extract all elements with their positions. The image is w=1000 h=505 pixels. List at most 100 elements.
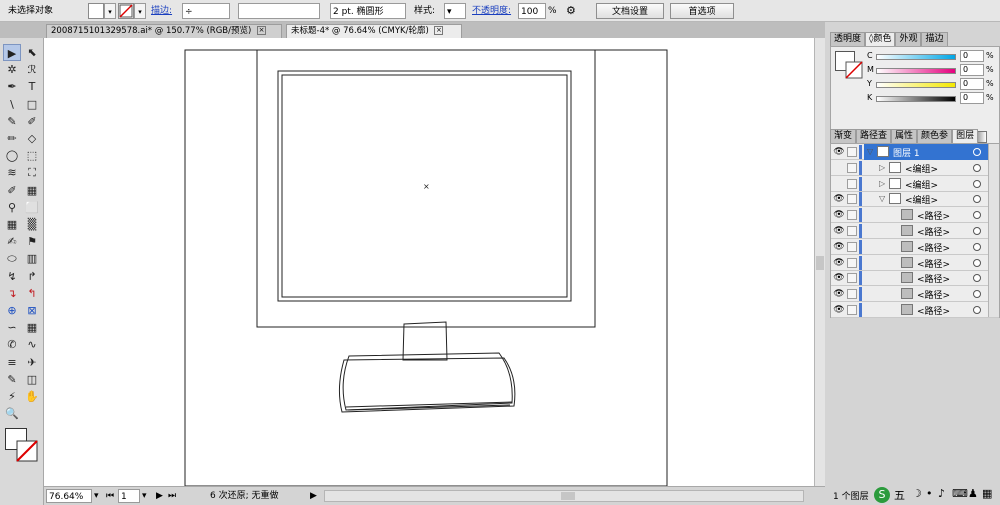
tool-17-icon[interactable]: ▦: [23, 182, 41, 199]
mic-icon[interactable]: ♪: [938, 487, 945, 500]
layer-name-cell[interactable]: <路径>: [864, 286, 999, 302]
layer-name-cell[interactable]: <路径>: [864, 223, 999, 239]
channel-slider[interactable]: [876, 68, 956, 74]
opacity-input[interactable]: 100: [518, 3, 546, 19]
visibility-eye-icon[interactable]: 👁: [833, 210, 845, 220]
next-page-icon[interactable]: ▶: [156, 489, 163, 503]
layer-row[interactable]: 👁 <路径>: [831, 223, 999, 239]
target-circle-icon[interactable]: [973, 306, 981, 314]
tool-21-icon[interactable]: ▒: [23, 216, 41, 233]
channel-value-input[interactable]: 0: [960, 78, 984, 90]
first-page-icon[interactable]: ⏮: [106, 489, 114, 503]
lock-toggle[interactable]: [847, 241, 857, 252]
tool-20-icon[interactable]: ▦: [3, 216, 21, 233]
zoom-field[interactable]: 76.64%: [46, 489, 92, 503]
tab-color-panel-1[interactable]: ◊颜色: [865, 32, 896, 46]
tool-35-icon[interactable]: ∿: [23, 336, 41, 353]
channel-value-input[interactable]: 0: [960, 64, 984, 76]
target-circle-icon[interactable]: [973, 211, 981, 220]
target-circle-icon[interactable]: [973, 148, 981, 156]
recolor-icon[interactable]: ⚙: [566, 3, 576, 19]
tab-color-panel-3[interactable]: 描边: [921, 32, 948, 46]
lock-toggle[interactable]: [847, 147, 857, 157]
tool-1-icon[interactable]: ⬉: [23, 44, 41, 61]
horizontal-scrollbar[interactable]: [324, 490, 804, 502]
tab-color-panel-0[interactable]: 透明度: [830, 32, 866, 46]
layer-name-cell[interactable]: ▷ <编组>: [864, 176, 999, 192]
user-icon[interactable]: ♟: [968, 487, 978, 500]
tool-10-icon[interactable]: ✏: [3, 130, 21, 147]
tool-5-icon[interactable]: T: [23, 78, 41, 95]
tool-25-icon[interactable]: ▥: [23, 250, 41, 267]
visibility-eye-icon[interactable]: 👁: [833, 194, 845, 204]
layer-name-cell[interactable]: <路径>: [864, 239, 999, 255]
tab-color-panel-2[interactable]: 外观: [895, 32, 922, 46]
tab-layers-panel-0[interactable]: 渐变: [830, 129, 857, 143]
page-field[interactable]: 1: [118, 489, 140, 503]
tool-24-icon[interactable]: ⬭: [3, 250, 21, 267]
lock-toggle[interactable]: [847, 194, 857, 205]
visibility-eye-icon[interactable]: 👁: [833, 305, 845, 315]
visibility-eye-icon[interactable]: 👁: [833, 226, 845, 236]
lock-toggle[interactable]: [847, 178, 857, 189]
layer-row[interactable]: 👁 <路径>: [831, 207, 999, 224]
tool-36-icon[interactable]: ≡: [3, 354, 21, 371]
vertical-scrollbar[interactable]: [814, 38, 825, 486]
tool-22-icon[interactable]: ✍: [3, 233, 21, 250]
tool-2-icon[interactable]: ✲: [3, 61, 21, 78]
layers-scrollbar[interactable]: [988, 144, 999, 317]
tool-40-icon[interactable]: ⚡: [3, 388, 21, 405]
page-dropdown-icon[interactable]: ▾: [142, 489, 147, 503]
stroke-weight-field[interactable]: ÷: [182, 3, 230, 19]
layer-row[interactable]: 👁 <路径>: [831, 239, 999, 255]
tool-3-icon[interactable]: ℛ: [23, 61, 41, 78]
channel-slider[interactable]: [876, 82, 956, 88]
grid-icon[interactable]: ▦: [982, 487, 992, 500]
disclosure-triangle-icon[interactable]: ▽: [879, 194, 887, 203]
visibility-eye-icon[interactable]: [833, 163, 845, 173]
visibility-eye-icon[interactable]: 👁: [833, 273, 845, 283]
layer-name-cell[interactable]: ▽ <编组>: [864, 191, 999, 207]
close-icon[interactable]: ×: [434, 26, 444, 35]
stroke-swatch-large-icon[interactable]: [16, 440, 38, 462]
tool-16-icon[interactable]: ✐: [3, 182, 21, 199]
lock-toggle[interactable]: [847, 257, 857, 268]
tool-8-icon[interactable]: ✎: [3, 113, 21, 130]
scrollbar-thumb[interactable]: [561, 492, 575, 500]
tool-33-icon[interactable]: ▦: [23, 319, 41, 336]
tool-29-icon[interactable]: ↰: [23, 285, 41, 302]
tab-document-1[interactable]: 2008715101329578.ai* @ 150.77% (RGB/预览) …: [46, 24, 282, 38]
tool-32-icon[interactable]: ∽: [3, 319, 21, 336]
brush-definition-field[interactable]: 2 pt. 椭圆形: [330, 3, 406, 19]
layer-row[interactable]: ▷ <编组>: [831, 176, 999, 192]
tool-31-icon[interactable]: ⊠: [23, 302, 41, 319]
lock-toggle[interactable]: [847, 273, 857, 284]
tool-28-icon[interactable]: ↴: [3, 285, 21, 302]
layer-row[interactable]: ▷ <编组>: [831, 160, 999, 176]
layer-name-cell[interactable]: <路径>: [864, 270, 999, 286]
punctuation-icon[interactable]: •: [926, 487, 933, 500]
tool-26-icon[interactable]: ↯: [3, 268, 21, 285]
tab-layers-panel-1[interactable]: 路径查: [856, 129, 892, 143]
target-circle-icon[interactable]: [973, 163, 981, 172]
layer-name-cell[interactable]: <路径>: [864, 302, 999, 318]
scrollbar-thumb[interactable]: [816, 256, 824, 270]
tool-15-icon[interactable]: ⛶: [23, 164, 41, 181]
tool-9-icon[interactable]: ✐: [23, 113, 41, 130]
layer-row[interactable]: 👁 <路径>: [831, 286, 999, 303]
fill-dropdown[interactable]: ▾: [104, 3, 116, 19]
lock-toggle[interactable]: [847, 162, 857, 173]
tool-30-icon[interactable]: ⊕: [3, 302, 21, 319]
opacity-label-link[interactable]: 不透明度:: [472, 3, 511, 19]
layer-row[interactable]: 👁 <路径>: [831, 255, 999, 271]
keyboard-icon[interactable]: ⌨: [952, 487, 968, 500]
ime-mode[interactable]: 五: [894, 487, 905, 503]
layer-row[interactable]: 👁 ▽ 图层 1: [831, 144, 999, 160]
stroke-dropdown[interactable]: ▾: [134, 3, 146, 19]
target-circle-icon[interactable]: [973, 195, 981, 204]
document-setup-button[interactable]: 文档设置: [596, 3, 664, 19]
preferences-button[interactable]: 首选项: [670, 3, 734, 19]
tool-14-icon[interactable]: ≋: [3, 164, 21, 181]
style-picker[interactable]: ▾: [444, 3, 466, 19]
close-icon[interactable]: ×: [257, 26, 266, 35]
